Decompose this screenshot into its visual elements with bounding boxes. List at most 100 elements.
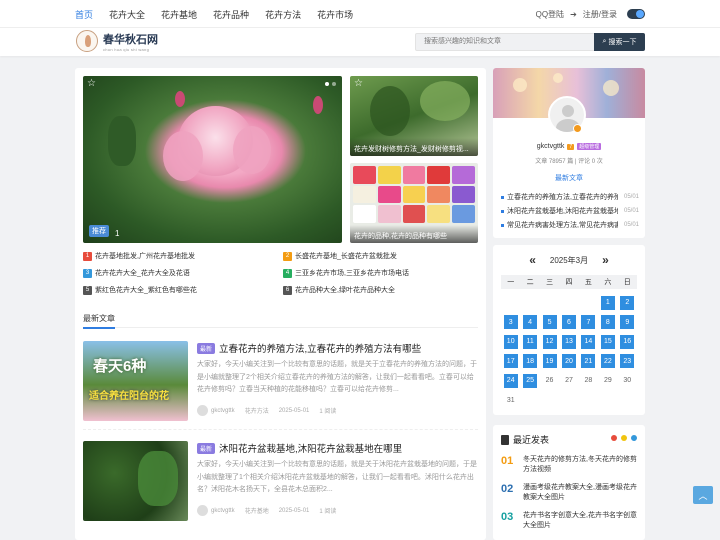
article-category[interactable]: 花卉方法 bbox=[245, 406, 269, 415]
article-category[interactable]: 花卉基地 bbox=[245, 506, 269, 515]
featured-slider[interactable]: ☆ 推荐 1 bbox=[83, 76, 342, 243]
weekday-header: 五 bbox=[578, 275, 599, 289]
calendar-header: « 2025年3月 » bbox=[493, 253, 645, 267]
list-item[interactable]: 03 花卉书名字创意大全,花卉书名字创意大全图片 bbox=[501, 511, 641, 531]
leaf bbox=[108, 116, 136, 166]
calendar-day[interactable]: 8 bbox=[598, 313, 617, 333]
hot-item[interactable]: 2 长盛花卉基地_长盛花卉盆栽批发 bbox=[283, 251, 483, 261]
side-feature-2-caption: 花卉的品种,花卉的品种有哪些 bbox=[350, 225, 478, 243]
main-nav: 首页 花卉大全 花卉基地 花卉品种 花卉方法 花卉市场 bbox=[75, 0, 369, 28]
calendar-day-number: 6 bbox=[561, 315, 576, 330]
calendar-day-number: 7 bbox=[581, 315, 596, 330]
calendar-day[interactable]: 10 bbox=[501, 332, 520, 352]
plant-image bbox=[138, 451, 178, 506]
calendar-day[interactable]: 6 bbox=[559, 313, 578, 333]
slider-dot[interactable] bbox=[332, 82, 336, 86]
author-name[interactable]: gkctvgttk bbox=[211, 508, 235, 514]
list-item[interactable]: 常见花卉病害处理方法,常见花卉病害 05/01 bbox=[501, 218, 639, 232]
list-item[interactable]: 02 漫画考级花卉教案大全,漫画考级花卉教案大全图片 bbox=[501, 483, 641, 503]
article-views: 1 阅读 bbox=[319, 509, 337, 515]
calendar-day[interactable]: 21 bbox=[579, 352, 598, 372]
calendar-day[interactable]: 23 bbox=[618, 352, 637, 372]
nav-home[interactable]: 首页 bbox=[75, 8, 93, 21]
calendar-day[interactable]: 4 bbox=[520, 313, 539, 333]
nav-flower-base[interactable]: 花卉基地 bbox=[161, 8, 197, 21]
hot-item[interactable]: 5 紫红色花卉大全_紫红色有哪些花 bbox=[83, 285, 283, 295]
weekday-header: 六 bbox=[598, 275, 618, 289]
star-icon[interactable]: ☆ bbox=[87, 78, 96, 89]
calendar-day[interactable]: 20 bbox=[559, 352, 578, 372]
hot-item[interactable]: 4 三亚乡花卉市场,三亚乡花卉市场电话 bbox=[283, 268, 483, 278]
hot-item[interactable]: 1 花卉基地批发,广州花卉基地批发 bbox=[83, 251, 283, 261]
nav-flower-encyclopedia[interactable]: 花卉大全 bbox=[109, 8, 145, 21]
hot-item-label: 花卉基地批发,广州花卉基地批发 bbox=[95, 253, 195, 260]
article-date: 2025-05-01 bbox=[278, 507, 310, 514]
search-button[interactable]: ⌕ 搜索一下 bbox=[594, 33, 645, 51]
article-card[interactable]: 春天6种 适合养在阳台的花 最新 立春花卉的养殖方法,立春花卉的养殖方法有哪些 大… bbox=[83, 341, 478, 421]
calendar-day-number: 23 bbox=[620, 354, 635, 369]
slider-dot[interactable] bbox=[325, 82, 329, 86]
list-item-title: 常见花卉病害处理方法,常见花卉病害 bbox=[507, 222, 618, 229]
calendar-day[interactable]: 22 bbox=[598, 352, 617, 372]
search-input[interactable]: 搜索感兴趣的知识和文章 bbox=[415, 33, 595, 51]
rank-badge: 2 bbox=[283, 251, 292, 261]
calendar-day[interactable]: 5 bbox=[540, 313, 559, 333]
article-tabs: 最新文章 bbox=[83, 313, 478, 329]
dark-mode-toggle[interactable] bbox=[627, 9, 645, 19]
list-item-title: 立春花卉的养殖方法,立春花卉的养殖方法有哪些 bbox=[507, 194, 618, 201]
latest-articles-label[interactable]: 最新文章 bbox=[493, 173, 645, 183]
list-item[interactable]: 沐阳花卉盆栽基地,沐阳花卉盆栽基地在哪里 05/01 bbox=[501, 204, 639, 218]
qq-login-link[interactable]: QQ登陆 bbox=[536, 9, 564, 20]
article-card[interactable]: 最新 沐阳花卉盆栽基地,沐阳花卉盆栽基地在哪里 大家好，今天小编关注到一个比较有意… bbox=[83, 441, 478, 521]
calendar-day[interactable]: 15 bbox=[598, 332, 617, 352]
weekday-header: 一 bbox=[501, 275, 521, 289]
side-feature-1[interactable]: ☆ 花卉发财树修剪方法_发财树修剪视... bbox=[350, 76, 478, 156]
calendar-day[interactable]: 17 bbox=[501, 352, 520, 372]
login-area: QQ登陆 ➔ 注册/登录 bbox=[536, 0, 645, 28]
calendar-day-number: 8 bbox=[600, 315, 615, 330]
nav-flower-varieties[interactable]: 花卉品种 bbox=[213, 8, 249, 21]
calendar-day-number: 20 bbox=[561, 354, 576, 369]
calendar-day[interactable]: 19 bbox=[540, 352, 559, 372]
calendar-day[interactable]: 1 bbox=[598, 293, 617, 313]
calendar-day[interactable]: 16 bbox=[618, 332, 637, 352]
calendar-day[interactable]: 3 bbox=[501, 313, 520, 333]
user-icon: ➔ bbox=[570, 9, 577, 19]
side-feature-2[interactable]: 花卉的品种,花卉的品种有哪些 bbox=[350, 163, 478, 243]
author-name[interactable]: gkctvgttk bbox=[211, 408, 235, 414]
calendar-day[interactable]: 18 bbox=[520, 352, 539, 372]
article-title[interactable]: 最新 立春花卉的养殖方法,立春花卉的养殖方法有哪些 bbox=[197, 341, 421, 355]
star-icon[interactable]: ☆ bbox=[354, 78, 363, 89]
article-thumbnail[interactable]: 春天6种 适合养在阳台的花 bbox=[83, 341, 188, 421]
verified-badge-icon bbox=[573, 124, 582, 133]
weekday-header: 三 bbox=[539, 275, 560, 289]
hot-item[interactable]: 3 花卉花卉大全_花卉大全及花语 bbox=[83, 268, 283, 278]
article-title[interactable]: 最新 沐阳花卉盆栽基地,沐阳花卉盆栽基地在哪里 bbox=[197, 441, 402, 455]
list-item[interactable]: 01 冬天花卉的修剪方法,冬天花卉的修剪方法视频 bbox=[501, 455, 641, 475]
hot-item[interactable]: 6 花卉品种大全,绿叶花卉品种大全 bbox=[283, 285, 483, 295]
site-logo[interactable]: 春华秋石网 chun hua qiu shi wang bbox=[76, 30, 158, 52]
calendar-widget: « 2025年3月 » 一二三四五六日 1 2 3 4 5 6 7 8 9 10 11 12 13 14 15… bbox=[493, 245, 645, 415]
calendar-day[interactable]: 7 bbox=[579, 313, 598, 333]
calendar-day-number: 21 bbox=[581, 354, 596, 369]
article-meta: gkctvgttk 花卉方法 2025-05-01 1 阅读 bbox=[197, 405, 336, 416]
calendar-day[interactable]: 24 bbox=[501, 371, 520, 391]
next-month-button[interactable]: » bbox=[602, 253, 609, 267]
register-login-link[interactable]: 注册/登录 bbox=[583, 9, 617, 20]
calendar-day[interactable]: 11 bbox=[520, 332, 539, 352]
article-thumbnail[interactable] bbox=[83, 441, 188, 521]
user-name[interactable]: gkctvgttk bbox=[537, 143, 565, 150]
calendar-day[interactable]: 2 bbox=[618, 293, 637, 313]
calendar-day[interactable]: 25 bbox=[520, 371, 539, 391]
calendar-day[interactable]: 13 bbox=[559, 332, 578, 352]
calendar-day[interactable]: 12 bbox=[540, 332, 559, 352]
nav-flower-market[interactable]: 花卉市场 bbox=[317, 8, 353, 21]
calendar-day: 29 bbox=[603, 377, 612, 385]
nav-flower-methods[interactable]: 花卉方法 bbox=[265, 8, 301, 21]
calendar-day[interactable]: 9 bbox=[618, 313, 637, 333]
calendar-day[interactable]: 14 bbox=[579, 332, 598, 352]
tab-latest-articles[interactable]: 最新文章 bbox=[83, 313, 115, 329]
list-item[interactable]: 立春花卉的养殖方法,立春花卉的养殖方法有哪些 05/01 bbox=[501, 190, 639, 204]
prev-month-button[interactable]: « bbox=[529, 253, 536, 267]
back-to-top-button[interactable]: ︿ bbox=[693, 486, 713, 504]
